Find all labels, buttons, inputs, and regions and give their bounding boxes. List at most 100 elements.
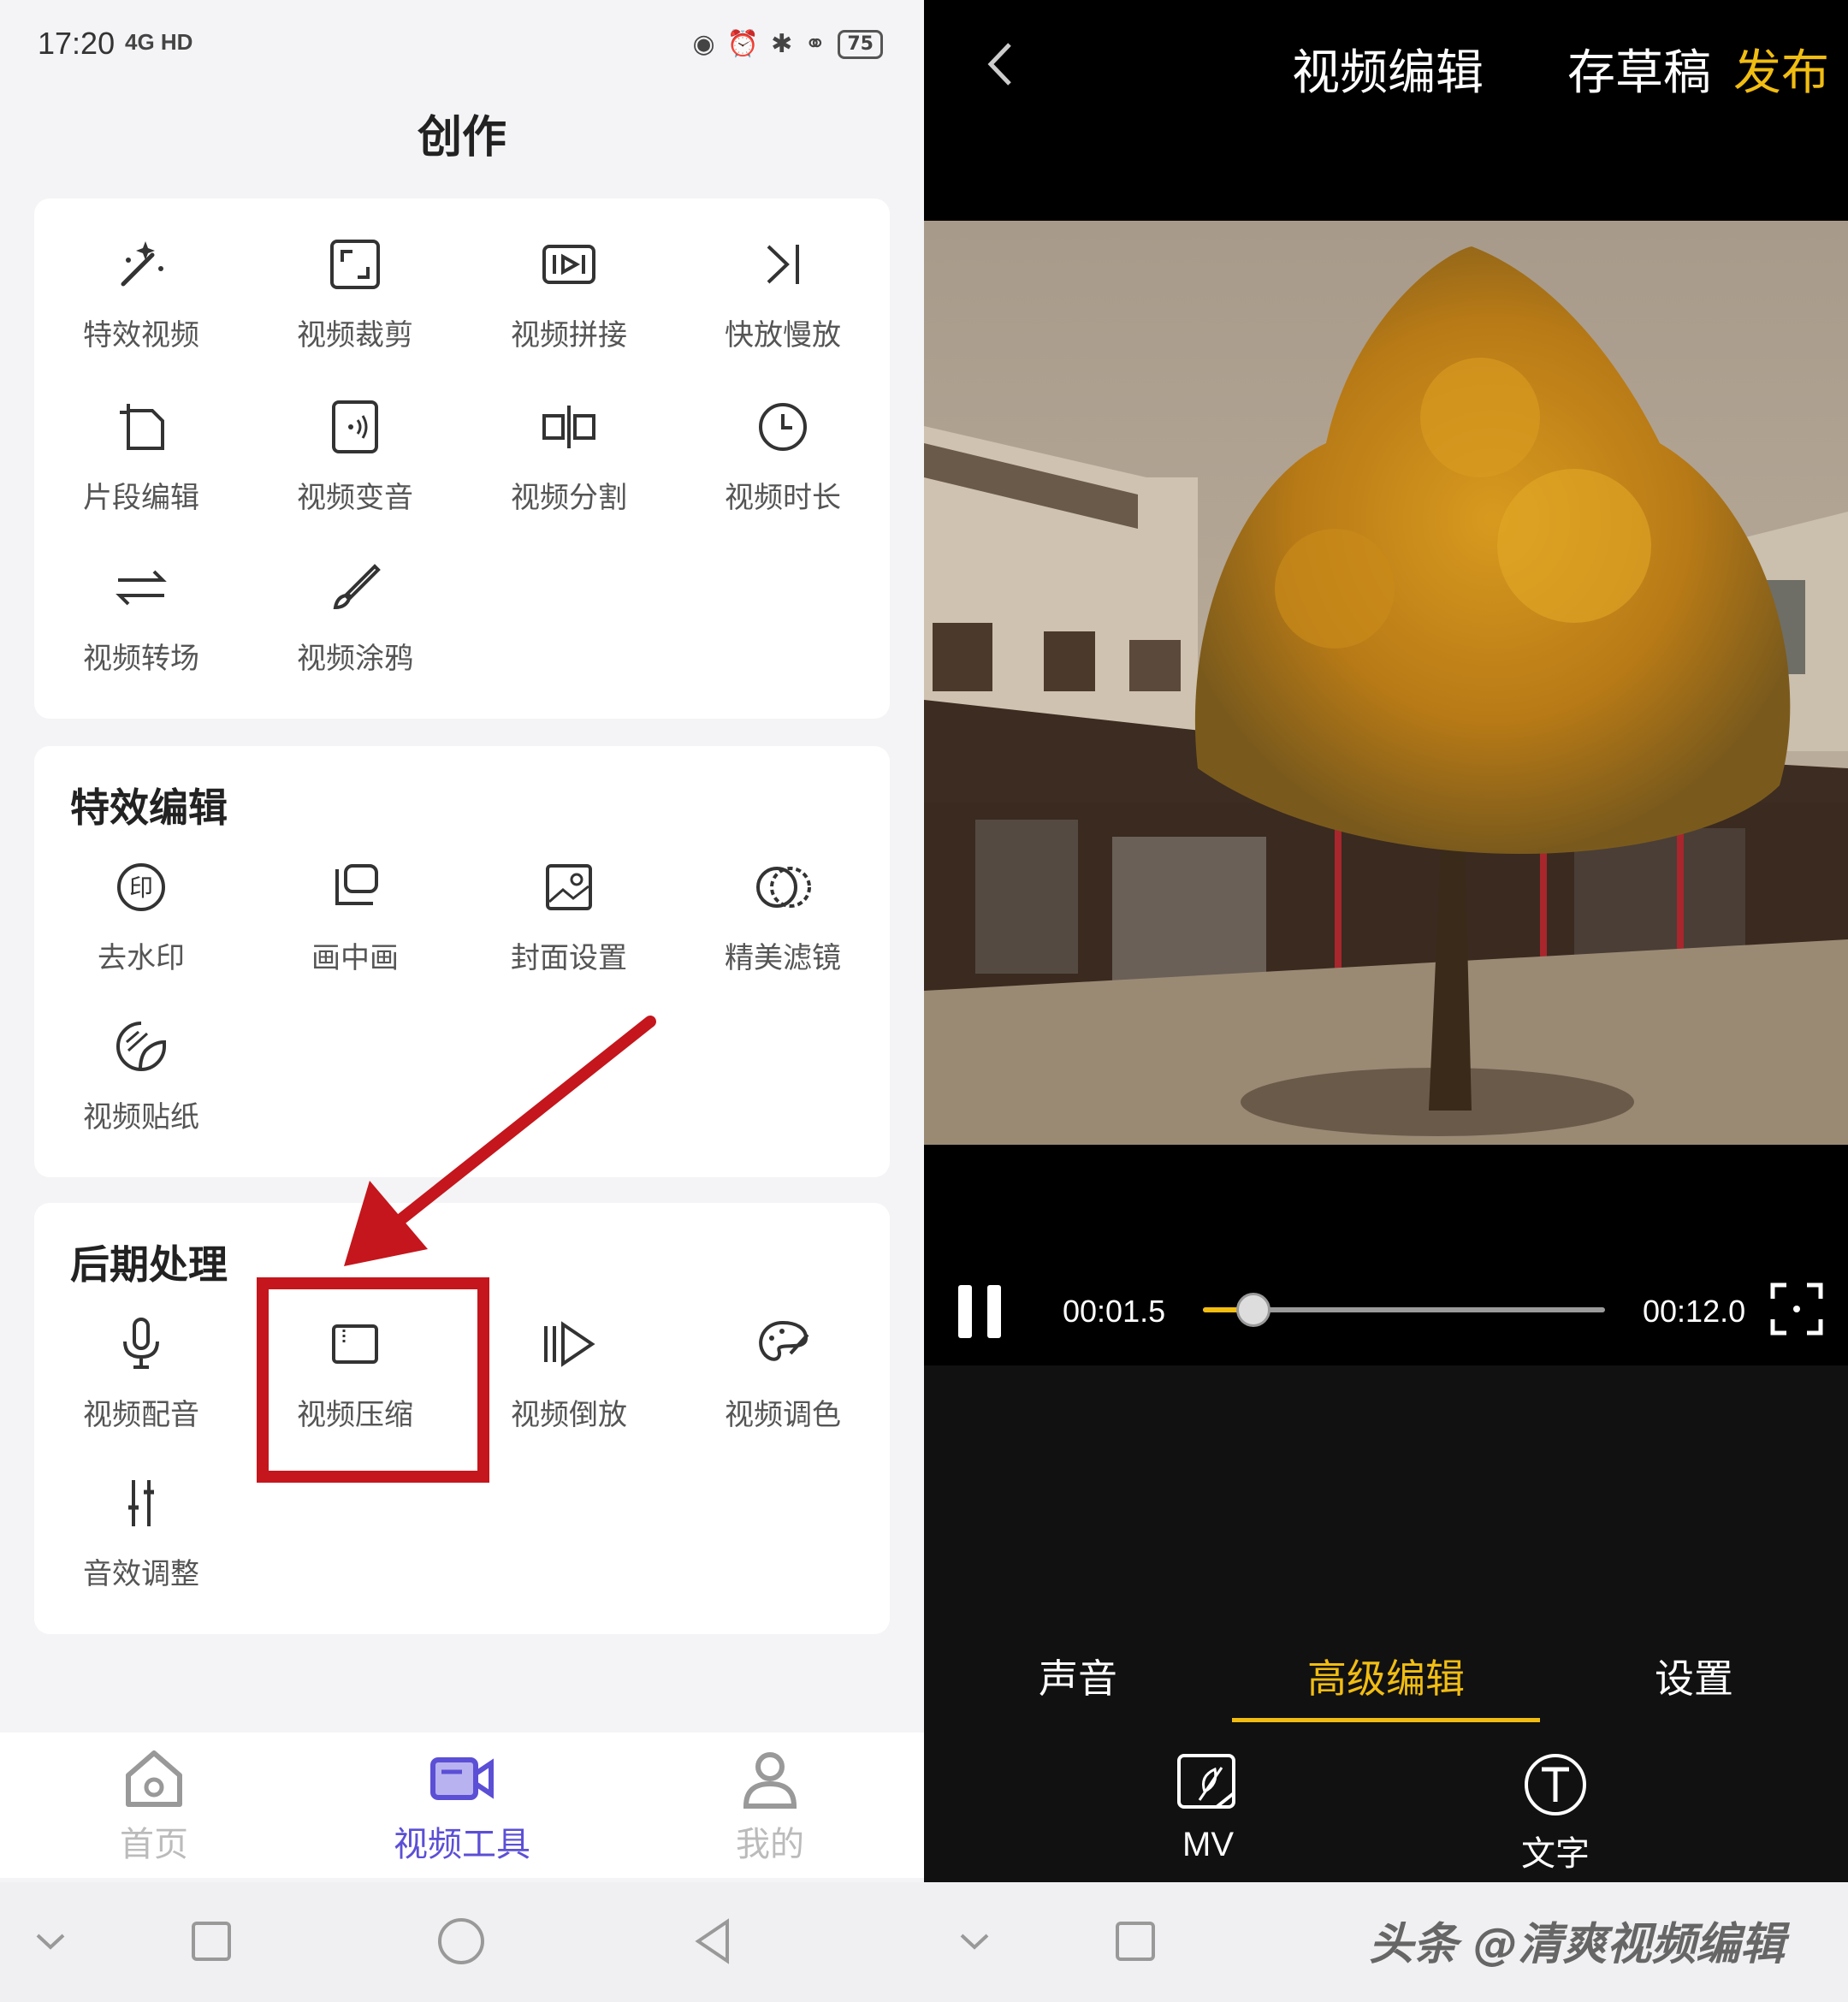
reverse-play-icon (544, 1321, 595, 1367)
tool-label: 文字 (1521, 1835, 1590, 1873)
transition-icon (116, 570, 167, 606)
tab-settings[interactable]: 设置 (1540, 1648, 1848, 1704)
bottom-navigation: 首页 视频工具 我的 (0, 1732, 924, 1878)
current-time: 00:01.5 (1063, 1294, 1166, 1329)
speed-icon (767, 245, 799, 284)
tool-mv[interactable]: MV (1122, 1750, 1294, 1864)
voice-change-icon (332, 400, 378, 453)
pause-icon (958, 1285, 972, 1338)
split-icon (542, 406, 595, 448)
tool-graffiti[interactable]: 视频涂鸦 (248, 558, 462, 712)
progress-slider[interactable] (1203, 1293, 1605, 1327)
network-indicators: 4G HD (125, 29, 193, 55)
tool-label: 视频调色 (725, 1398, 841, 1432)
tab-advanced-edit[interactable]: 高级编辑 (1232, 1648, 1540, 1704)
system-navigation-bar (0, 1882, 924, 2002)
tool-label: 封面设置 (511, 941, 627, 975)
editing-panel: 声音 高级编辑 设置 MV 文字 (924, 1365, 1848, 1882)
crop-icon (330, 240, 380, 289)
svg-text:印: 印 (129, 874, 153, 902)
nav-home[interactable]: 首页 (0, 1732, 308, 1878)
fullscreen-icon[interactable] (1769, 1282, 1824, 1336)
tool-label: 特效视频 (83, 318, 199, 352)
tool-label: 视频拼接 (511, 318, 627, 352)
status-bar: 17:20 4G HD ◉ ⏰ ✱ ⚭ 75 (0, 0, 924, 94)
nav-label: 我的 (736, 1825, 804, 1864)
tool-video-split[interactable]: 视频分割 (462, 397, 676, 551)
splice-icon (542, 245, 595, 284)
section-heading: 后期处理 (70, 1241, 228, 1288)
source-watermark: 头条 @清爽视频编辑 (1369, 1919, 1786, 1970)
recent-apps-icon[interactable] (1105, 1911, 1165, 1971)
text-icon (1525, 1754, 1586, 1815)
annotation-arrow (344, 1016, 656, 1266)
tool-video-crop[interactable]: 视频裁剪 (248, 234, 462, 388)
tool-remove-watermark[interactable]: 印 去水印 (34, 857, 248, 1011)
chevron-down-icon[interactable] (21, 1911, 80, 1971)
playback-controls: 00:01.5 00:12.0 (924, 1258, 1848, 1360)
nav-label: 视频工具 (394, 1825, 530, 1864)
status-time: 17:20 (38, 26, 116, 61)
home-button-icon[interactable] (431, 1911, 491, 1971)
tool-label: 片段编辑 (83, 481, 199, 515)
tool-picture-in-picture[interactable]: 画中画 (248, 857, 462, 1011)
lock-icon: ◉ (692, 29, 715, 59)
tool-label: 音效调整 (83, 1557, 199, 1591)
annotation-highlight-box (257, 1277, 489, 1483)
clock-icon (759, 403, 807, 451)
save-draft-button[interactable]: 存草稿 (1567, 34, 1711, 104)
tool-label: 视频时长 (725, 481, 841, 515)
chevron-down-icon[interactable] (945, 1911, 1004, 1971)
tool-filter[interactable]: 精美滤镜 (676, 857, 890, 1011)
tool-label: 视频倒放 (511, 1398, 627, 1432)
tool-label: 快放慢放 (725, 318, 841, 352)
video-preview[interactable] (924, 221, 1848, 1145)
equalizer-icon (128, 1480, 154, 1526)
tool-label: 视频分割 (511, 481, 627, 515)
tool-label: 去水印 (98, 941, 185, 975)
tab-sound[interactable]: 声音 (924, 1648, 1232, 1704)
card-video-editing: 特效视频 视频裁剪 视频拼接 快放慢放 片段编辑 视频变音 视频分割 视频时长 … (34, 198, 890, 719)
slider-knob[interactable] (1235, 1293, 1270, 1327)
creation-screen: 17:20 4G HD ◉ ⏰ ✱ ⚭ 75 创作 特效视频 视频裁剪 视频拼接… (0, 0, 924, 2002)
tool-label: 视频贴纸 (83, 1100, 199, 1134)
total-time: 00:12.0 (1643, 1294, 1746, 1329)
pause-button[interactable] (958, 1285, 1004, 1338)
watermark-remove-icon: 印 (117, 863, 165, 911)
mv-icon (1177, 1754, 1235, 1809)
tool-label: MV (1182, 1826, 1234, 1863)
recent-apps-icon[interactable] (181, 1911, 241, 1971)
back-arrow-icon[interactable] (975, 34, 1027, 94)
tool-label: 视频涂鸦 (297, 642, 413, 676)
clip-edit-icon (120, 404, 164, 450)
publish-button[interactable]: 发布 (1733, 34, 1829, 104)
tool-reverse-play[interactable]: 视频倒放 (462, 1314, 676, 1468)
tool-cover-setting[interactable]: 封面设置 (462, 857, 676, 1011)
tool-transition[interactable]: 视频转场 (34, 558, 248, 712)
tool-video-splice[interactable]: 视频拼接 (462, 234, 676, 388)
status-icons: ◉ ⏰ ✱ ⚭ 75 (693, 29, 883, 59)
microphone-icon (123, 1318, 159, 1369)
magic-wand-icon (121, 241, 163, 287)
tool-effect-video[interactable]: 特效视频 (34, 234, 248, 388)
nav-video-tools[interactable]: 视频工具 (308, 1732, 616, 1878)
picture-in-picture-icon (335, 864, 378, 905)
alarm-icon: ⏰ (726, 29, 760, 59)
tool-clip-edit[interactable]: 片段编辑 (34, 397, 248, 551)
tool-label: 视频转场 (83, 642, 199, 676)
back-button-icon[interactable] (683, 1911, 743, 1971)
tool-label: 视频裁剪 (297, 318, 413, 352)
tool-text[interactable]: 文字 (1470, 1750, 1641, 1875)
tool-audio-adjust[interactable]: 音效调整 (34, 1473, 248, 1627)
tool-sticker[interactable]: 视频贴纸 (34, 1016, 248, 1170)
tool-dubbing[interactable]: 视频配音 (34, 1314, 248, 1468)
tool-video-duration[interactable]: 视频时长 (676, 397, 890, 551)
sticker-icon (116, 1022, 166, 1071)
tool-speed[interactable]: 快放慢放 (676, 234, 890, 388)
bluetooth-icon: ✱ (771, 29, 793, 59)
tool-label: 精美滤镜 (725, 941, 841, 975)
tool-color-grade[interactable]: 视频调色 (676, 1314, 890, 1468)
nav-profile[interactable]: 我的 (616, 1732, 924, 1878)
tool-voice-change[interactable]: 视频变音 (248, 397, 462, 551)
pause-icon (987, 1285, 1001, 1338)
